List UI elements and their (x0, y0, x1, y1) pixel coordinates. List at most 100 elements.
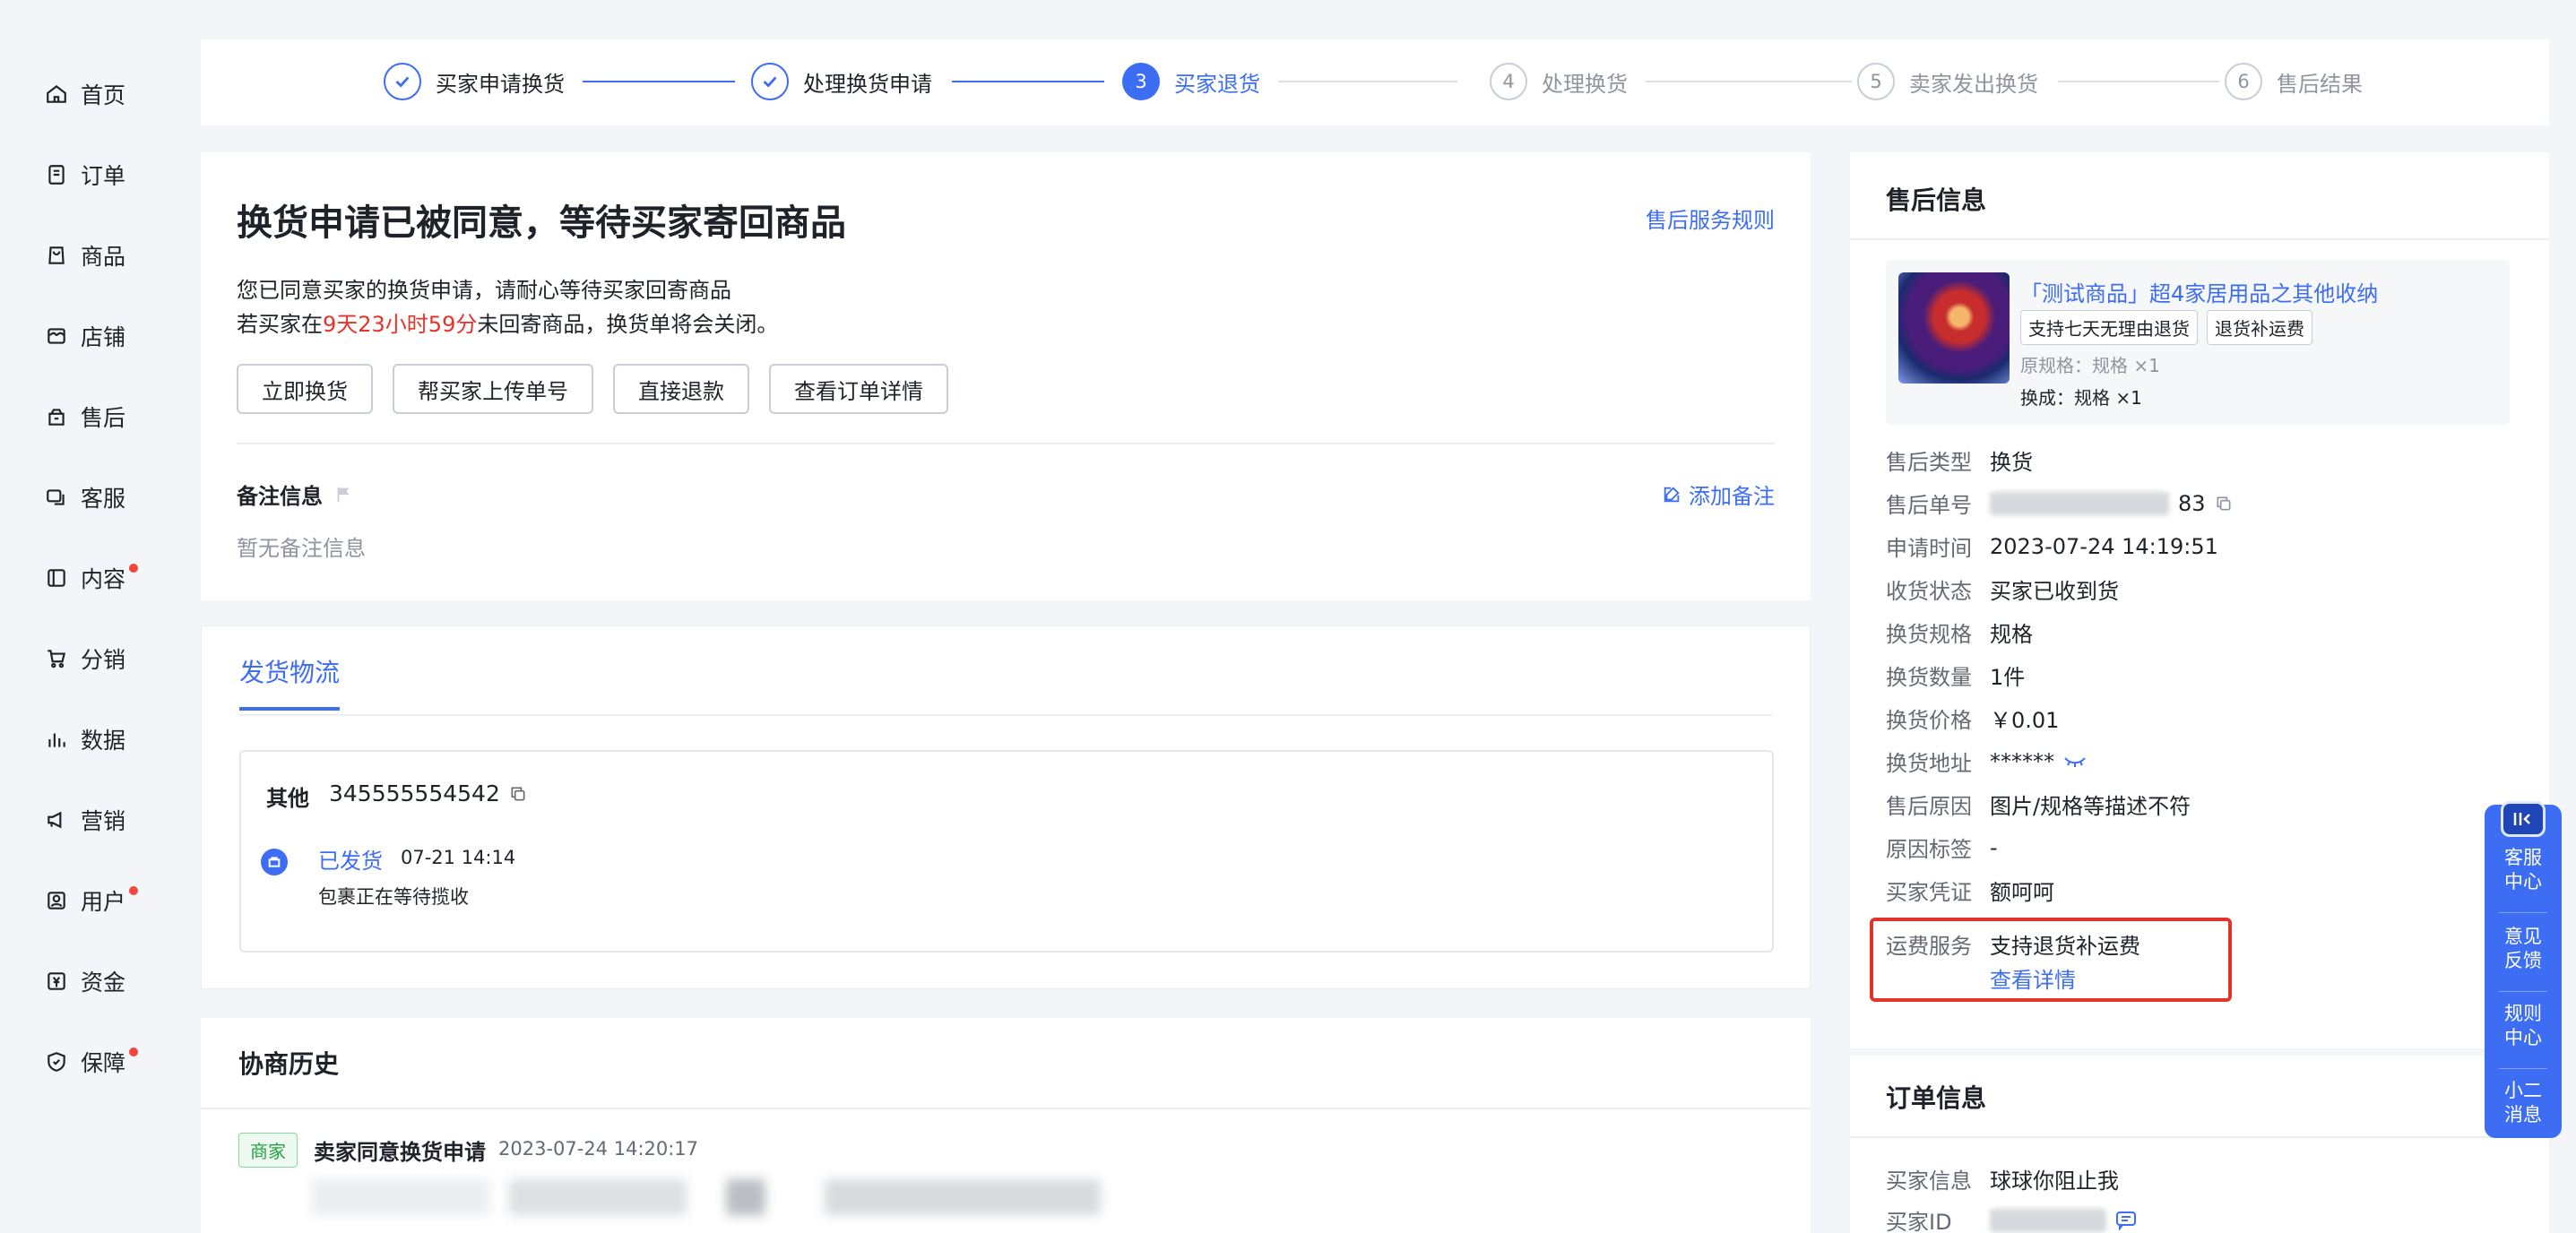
remark-section-title: 备注信息 (237, 479, 353, 510)
tracking-number-text: 345555554542 (329, 780, 500, 806)
sidebar-item-goods[interactable]: 商品 (45, 233, 125, 278)
divider (2499, 912, 2547, 913)
info-value: - (1990, 834, 1998, 860)
exchange-now-button[interactable]: 立即换货 (237, 364, 373, 414)
info-value: 额呵呵 (1990, 880, 2054, 905)
redacted-text (1990, 1208, 2106, 1232)
info-value: 1件 (1990, 665, 2026, 690)
direct-refund-button[interactable]: 直接退款 (613, 364, 749, 414)
info-row-reason: 售后原因 图片/规格等描述不符 (1886, 789, 2191, 820)
history-time: 2023-07-24 14:20:17 (498, 1138, 699, 1160)
copy-icon[interactable] (509, 785, 527, 803)
sidebar-item-label: 售后 (81, 405, 126, 431)
upload-tracking-button[interactable]: 帮买家上传单号 (393, 364, 593, 414)
feedback-button[interactable]: 意见 反馈 (2485, 925, 2562, 973)
step-connector (2058, 81, 2219, 82)
info-value (1990, 1204, 2137, 1233)
notification-dot (129, 564, 139, 573)
product-tags: 支持七天无理由退货 退货补运费 (2020, 310, 2312, 345)
goods-icon (48, 246, 65, 264)
notification-dot (129, 1048, 139, 1056)
sidebar-item-data[interactable]: 数据 (45, 717, 125, 762)
step-number: 4 (1490, 63, 1527, 100)
marketing-icon (48, 811, 62, 829)
after-sale-info-card: 售后信息 「测试商品」超4家居用品之其他收纳 支持七天无理由退货 退货补运费 原… (1850, 152, 2549, 1048)
copy-icon[interactable] (2215, 495, 2233, 513)
freight-highlight-box (1870, 918, 2232, 1002)
distribution-icon (48, 650, 66, 668)
sidebar-item-label: 用户 (81, 884, 139, 917)
sidebar-item-text: 保障 (81, 1050, 126, 1076)
eye-closed-icon[interactable] (2063, 754, 2087, 770)
info-key: 售后类型 (1886, 450, 1972, 475)
masked-address: ****** (1990, 748, 2054, 774)
step-label: 买家退货 (1174, 71, 1260, 97)
step-number: 6 (2225, 63, 2262, 100)
step-1: 买家申请换货 (384, 63, 565, 100)
status-description: 您已同意买家的换货申请，请耐心等待买家回寄商品 (237, 278, 731, 303)
progress-stepper: 买家申请换货 处理换货申请 3 买家退货 4 处理换货 5 卖家发出换货 6 售… (201, 39, 2549, 125)
sidebar-item-content[interactable]: 内容 (45, 556, 139, 600)
sidebar-item-label: 内容 (81, 562, 139, 594)
chat-icon[interactable] (2115, 1211, 2137, 1230)
tab-shipping-logistics[interactable]: 发货物流 (239, 653, 341, 711)
info-row-order-no: 售后单号 83 (1886, 487, 2233, 519)
step-label: 处理换货申请 (803, 71, 932, 97)
product-name-link[interactable]: 「测试商品」超4家居用品之其他收纳 (2020, 276, 2378, 307)
deadline-prefix: 若买家在 (237, 312, 323, 337)
info-row-buyer: 买家信息 球球你阻止我 (1886, 1163, 2119, 1194)
notification-dot (129, 886, 139, 895)
sidebar-item-marketing[interactable]: 营销 (45, 798, 125, 842)
add-remark-label: 添加备注 (1689, 484, 1775, 509)
info-key: 售后原因 (1886, 794, 1972, 819)
carrier-name: 其他 (266, 786, 309, 811)
info-value: ￥0.01 (1990, 708, 2060, 733)
sidebar-item-distribution[interactable]: 分销 (45, 636, 125, 681)
sidebar-item-home[interactable]: 首页 (45, 72, 125, 116)
add-remark-link[interactable]: 添加备注 (1662, 479, 1775, 510)
countdown-timer: 9天23小时59分 (323, 312, 478, 337)
exchange-spec: 换成：规格 ×1 (2020, 387, 2142, 409)
page-title: 换货申请已被同意，等待买家寄回商品 (237, 203, 846, 244)
sidebar-item-guarantee[interactable]: 保障 (45, 1039, 139, 1084)
negotiation-history-card: 协商历史 商家 卖家同意换货申请 2023-07-24 14:20:17 (201, 1018, 1811, 1233)
shipped-status-icon (261, 849, 288, 875)
action-buttons: 立即换货 帮买家上传单号 直接退款 查看订单详情 (237, 364, 948, 414)
product-image[interactable] (1898, 272, 2010, 384)
tracking-number: 345555554542 (329, 780, 527, 806)
sidebar-item-store[interactable]: 店铺 (45, 314, 125, 358)
shipping-status: 已发货 (318, 849, 383, 874)
sidebar-item-order[interactable]: 订单 (45, 152, 125, 197)
role-badge: 商家 (238, 1133, 298, 1168)
remark-empty-text: 暂无备注信息 (237, 536, 366, 561)
sidebar-item-text: 内容 (81, 566, 126, 592)
step-6: 6 售后结果 (2225, 63, 2363, 100)
shield-icon (48, 1052, 65, 1072)
status-deadline: 若买家在9天23小时59分未回寄商品，换货单将会关闭。 (237, 306, 778, 338)
step-2: 处理换货申请 (751, 63, 932, 100)
sidebar-nav: 首页 订单 商品 店铺 售后 客服 内容 分销 数据 营销 用户 资金 保障 (0, 0, 188, 1233)
sidebar-item-funds[interactable]: 资金 (45, 959, 125, 1004)
collapse-icon[interactable] (2501, 801, 2546, 837)
step-4: 4 处理换货 (1490, 63, 1628, 100)
step-label: 处理换货 (1542, 71, 1628, 97)
divider (239, 714, 1772, 716)
sidebar-item-after-sale[interactable]: 售后 (45, 394, 125, 439)
info-key: 买家ID (1886, 1210, 1952, 1233)
step-number: 5 (1857, 63, 1895, 100)
history-action: 卖家同意换货申请 (314, 1140, 486, 1165)
sidebar-item-user[interactable]: 用户 (45, 878, 139, 923)
flag-icon[interactable] (333, 485, 353, 504)
rules-center-button[interactable]: 规则 中心 (2485, 1002, 2562, 1050)
after-sale-rules-link[interactable]: 售后服务规则 (1646, 203, 1775, 234)
divider (1850, 238, 2549, 240)
info-key: 原因标签 (1886, 837, 1972, 862)
divider (237, 443, 1775, 444)
messages-button[interactable]: 小二 消息 (2485, 1079, 2562, 1127)
info-key: 收货状态 (1886, 579, 1972, 604)
view-order-details-button[interactable]: 查看订单详情 (769, 364, 948, 414)
redacted-text (1990, 491, 2169, 515)
customer-service-center-button[interactable]: 客服 中心 (2485, 846, 2562, 894)
sidebar-item-customer-service[interactable]: 客服 (45, 475, 125, 520)
sidebar-item-label: 客服 (81, 486, 126, 512)
